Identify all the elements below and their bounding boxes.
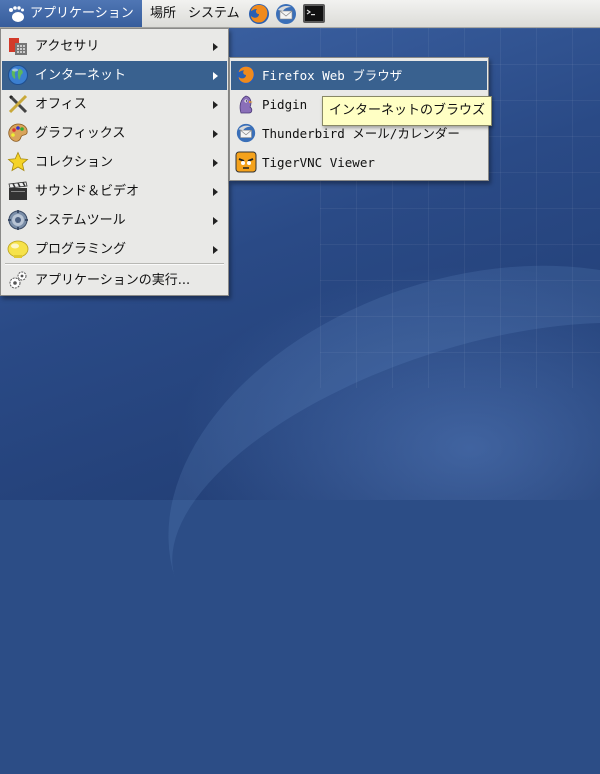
tooltip: インターネットのブラウズ — [322, 96, 492, 126]
office-icon — [8, 94, 28, 114]
clapperboard-icon — [8, 181, 28, 200]
menu-item-label: アプリケーションの実行... — [35, 273, 191, 288]
menu-item-label: インターネット — [35, 68, 127, 83]
menu-item-accessories[interactable]: アクセサリ — [2, 32, 227, 61]
submenu-item-label: TigerVNC Viewer — [262, 155, 375, 170]
applications-menu: アクセサリ インターネット オフィス グラフィックス コレクション サウンド＆ビ… — [0, 28, 229, 296]
menu-item-graphics[interactable]: グラフィックス — [2, 119, 227, 148]
accessories-icon — [9, 38, 27, 55]
pidgin-icon — [239, 95, 253, 114]
submenu-arrow-icon — [213, 246, 218, 254]
run-gears-icon — [9, 271, 27, 289]
firefox-icon — [236, 65, 256, 85]
menu-item-sound-video[interactable]: サウンド＆ビデオ — [2, 177, 227, 206]
menu-item-label: コレクション — [35, 155, 114, 170]
thunderbird-icon — [236, 123, 256, 143]
submenu-arrow-icon — [213, 130, 218, 138]
submenu-arrow-icon — [213, 159, 218, 167]
submenu-item-label: Firefox Web ブラウザ — [262, 68, 403, 83]
submenu-arrow-icon — [213, 188, 218, 196]
gnome-foot-icon — [9, 6, 24, 22]
submenu-item-firefox[interactable]: Firefox Web ブラウザ — [231, 61, 487, 90]
submenu-item-label: Pidgin — [262, 97, 308, 112]
applications-menu-button[interactable]: アプリケーション — [0, 0, 142, 27]
tigervnc-icon — [235, 151, 257, 173]
globe-icon — [8, 65, 28, 85]
system-menu-button[interactable]: システム — [188, 0, 240, 27]
lightbulb-icon — [7, 240, 29, 258]
menu-item-label: プログラミング — [35, 242, 127, 257]
submenu-item-tigervnc[interactable]: TigerVNC Viewer — [231, 148, 487, 177]
menu-item-label: グラフィックス — [35, 126, 126, 141]
menu-item-label: オフィス — [35, 97, 87, 112]
terminal-icon[interactable] — [302, 2, 326, 26]
places-menu-button[interactable]: 場所 — [150, 0, 176, 27]
menu-separator — [5, 263, 224, 265]
menu-item-run-application[interactable]: アプリケーションの実行... — [2, 266, 227, 295]
menu-item-label: サウンド＆ビデオ — [35, 184, 140, 199]
star-icon — [7, 151, 29, 172]
menu-item-programming[interactable]: プログラミング — [2, 235, 227, 264]
top-panel: アプリケーション 場所 システム — [0, 0, 600, 28]
submenu-arrow-icon — [213, 101, 218, 109]
palette-icon — [8, 123, 28, 142]
firefox-icon[interactable] — [247, 2, 271, 26]
menu-item-system-tools[interactable]: システムツール — [2, 206, 227, 235]
gear-icon — [8, 210, 28, 230]
submenu-arrow-icon — [213, 217, 218, 225]
menu-item-collection[interactable]: コレクション — [2, 148, 227, 177]
submenu-arrow-icon — [213, 72, 218, 80]
applications-label: アプリケーション — [30, 6, 134, 21]
submenu-arrow-icon — [213, 43, 218, 51]
menu-item-internet[interactable]: インターネット — [2, 61, 227, 90]
thunderbird-icon[interactable] — [274, 2, 298, 26]
menu-item-label: アクセサリ — [35, 39, 100, 54]
menu-item-office[interactable]: オフィス — [2, 90, 227, 119]
menu-item-label: システムツール — [35, 213, 126, 228]
